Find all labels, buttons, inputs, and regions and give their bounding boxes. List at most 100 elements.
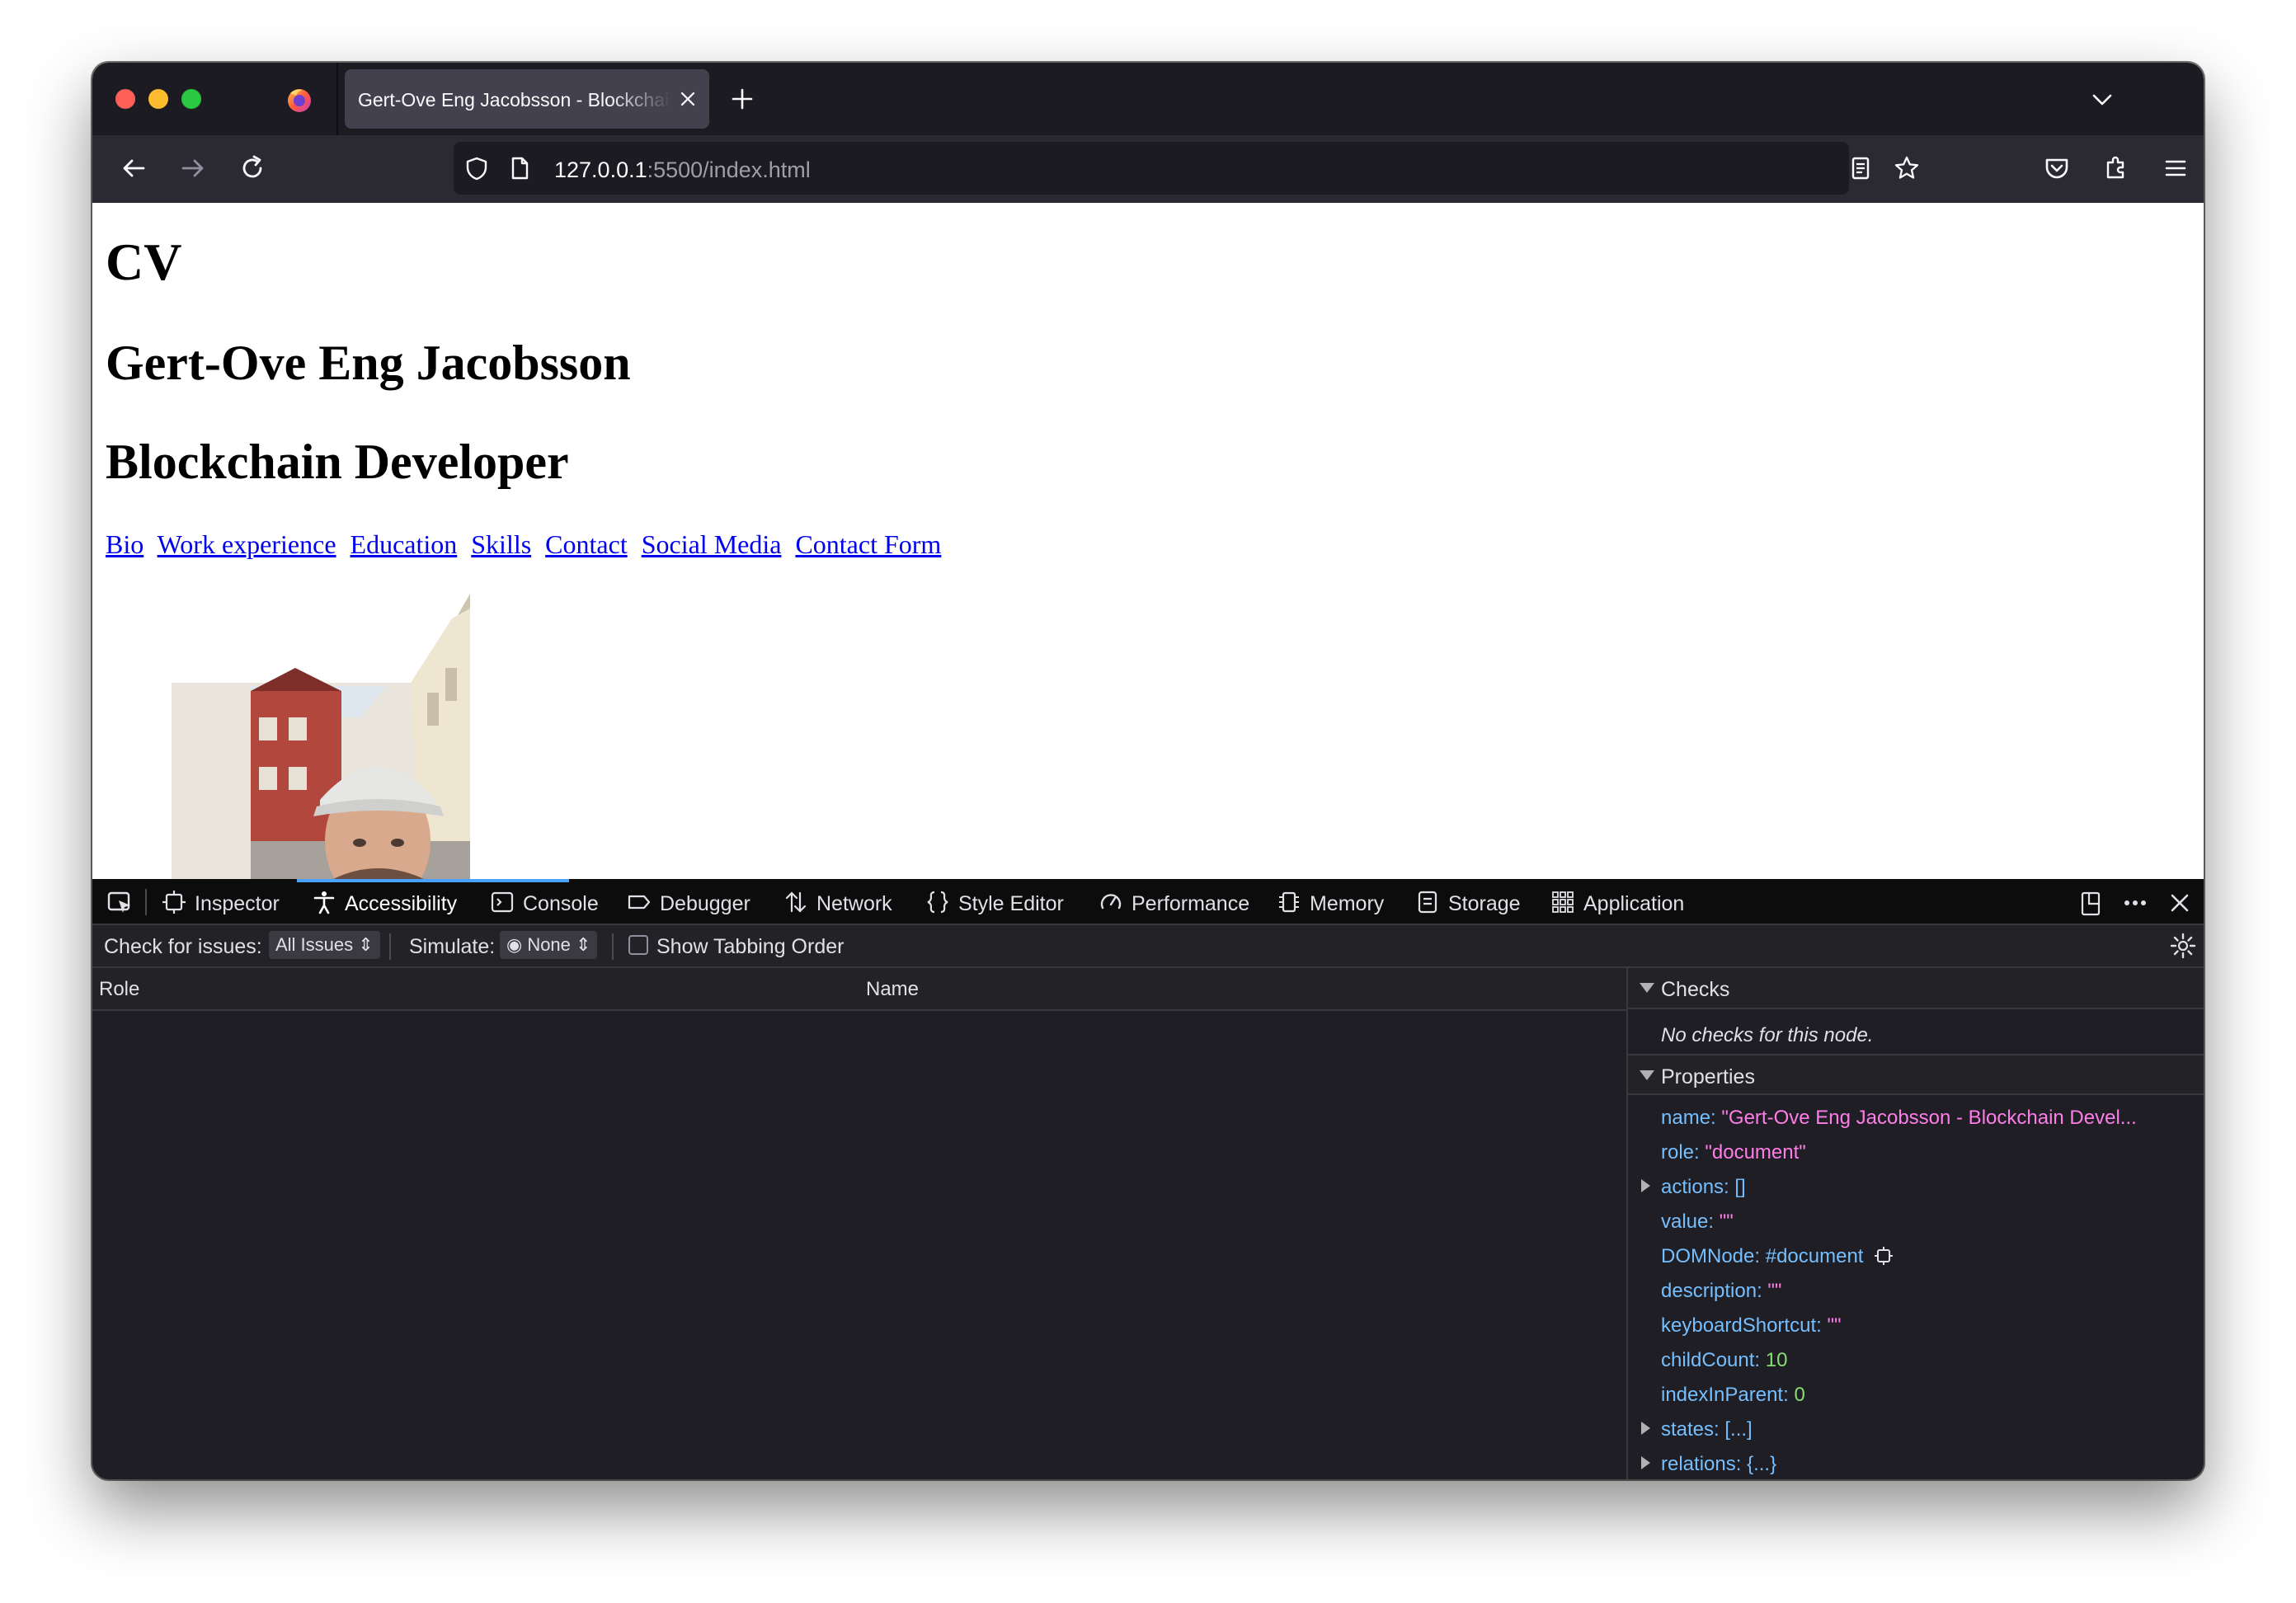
close-window-button[interactable] bbox=[115, 89, 135, 109]
tab-debugger[interactable]: Debugger bbox=[627, 879, 759, 925]
navigation-bar: 127.0.0.1:5500/index.html bbox=[92, 135, 2204, 203]
tab-console-label: Console bbox=[523, 892, 599, 915]
tab-application-label: Application bbox=[1583, 892, 1685, 915]
nav-link-bio[interactable]: Bio bbox=[106, 529, 144, 559]
tab-accessibility[interactable]: Accessibility bbox=[312, 879, 477, 925]
collapse-triangle-icon bbox=[1640, 1070, 1654, 1080]
tab-application[interactable]: Application bbox=[1550, 879, 1699, 925]
forward-icon[interactable] bbox=[176, 152, 209, 185]
tab-title: Gert-Ove Eng Jacobsson - Blockchain Deve… bbox=[358, 89, 671, 110]
storage-icon bbox=[1418, 891, 1437, 914]
accessibility-sidebar: Checks No checks for this node. Properti… bbox=[1626, 968, 2204, 1479]
tab-performance[interactable]: Performance bbox=[1099, 879, 1263, 925]
tab-bar: Gert-Ove Eng Jacobsson - Blockchain Deve… bbox=[92, 63, 2204, 135]
nav-link-skills[interactable]: Skills bbox=[471, 529, 531, 559]
column-role[interactable]: Role bbox=[99, 978, 139, 1001]
devtools-toolbar: Inspector Accessibility Console Debugger… bbox=[92, 879, 2204, 925]
pocket-icon[interactable] bbox=[2040, 152, 2073, 185]
tab-console[interactable]: Console bbox=[490, 879, 605, 925]
check-issues-label: Check for issues: bbox=[104, 935, 262, 958]
list-all-tabs-icon[interactable] bbox=[2090, 87, 2115, 112]
nav-link-education[interactable]: Education bbox=[351, 529, 458, 559]
tab-inspector[interactable]: Inspector bbox=[162, 879, 285, 925]
style-editor-icon bbox=[927, 891, 948, 914]
tab-separator bbox=[336, 63, 338, 135]
tab-style-editor[interactable]: Style Editor bbox=[925, 879, 1082, 925]
nav-link-social-media[interactable]: Social Media bbox=[642, 529, 782, 559]
properties-section-header[interactable]: Properties bbox=[1628, 1054, 2204, 1095]
prop-role[interactable]: role: "document" bbox=[1661, 1141, 1806, 1164]
tab-network-label: Network bbox=[816, 892, 892, 915]
filter-divider bbox=[389, 933, 391, 960]
app-menu-icon[interactable] bbox=[2159, 152, 2192, 185]
tab-storage[interactable]: Storage bbox=[1415, 879, 1531, 925]
close-tab-icon[interactable] bbox=[678, 89, 698, 109]
tab-debugger-label: Debugger bbox=[660, 892, 750, 915]
check-issues-select[interactable]: All Issues ⇕ bbox=[269, 931, 380, 959]
debugger-icon bbox=[628, 895, 651, 910]
tab-inspector-label: Inspector bbox=[195, 892, 280, 915]
prop-description[interactable]: description: "" bbox=[1661, 1280, 1781, 1303]
nav-link-contact-form[interactable]: Contact Form bbox=[795, 529, 941, 559]
accessibility-tree[interactable] bbox=[92, 1011, 1626, 1479]
minimize-window-button[interactable] bbox=[148, 89, 168, 109]
tab-memory-label: Memory bbox=[1310, 892, 1385, 915]
extensions-icon[interactable] bbox=[2100, 152, 2133, 185]
devtools-panel: Inspector Accessibility Console Debugger… bbox=[92, 879, 2204, 1479]
element-picker-icon[interactable] bbox=[106, 889, 134, 917]
url-bar[interactable]: 127.0.0.1:5500/index.html bbox=[454, 142, 1919, 195]
expand-triangle-icon[interactable] bbox=[1641, 1179, 1650, 1192]
simulate-select[interactable]: ◉ None ⇕ bbox=[500, 931, 598, 959]
properties-header-label: Properties bbox=[1661, 1065, 1755, 1088]
accessibility-filter-bar: Check for issues: All Issues ⇕ Simulate:… bbox=[92, 925, 2204, 968]
prop-keyboard-shortcut[interactable]: keyboardShortcut: "" bbox=[1661, 1314, 1842, 1337]
checks-header-label: Checks bbox=[1661, 978, 1730, 1001]
expand-triangle-icon[interactable] bbox=[1641, 1422, 1650, 1435]
new-tab-icon[interactable] bbox=[729, 86, 755, 112]
profile-photo bbox=[172, 594, 470, 879]
prop-child-count[interactable]: childCount: 10 bbox=[1661, 1349, 1787, 1372]
more-options-icon[interactable] bbox=[2121, 889, 2149, 917]
page-heading: CV bbox=[106, 233, 182, 291]
nav-link-work-experience[interactable]: Work experience bbox=[158, 529, 336, 559]
show-tabbing-order-label[interactable]: Show Tabbing Order bbox=[656, 935, 844, 959]
tracking-protection-shield-icon[interactable] bbox=[463, 155, 490, 181]
prop-domnode[interactable]: DOMNode: #document bbox=[1661, 1245, 1894, 1268]
tab-active[interactable]: Gert-Ove Eng Jacobsson - Blockchain Deve… bbox=[345, 69, 709, 129]
page-content: CV Gert-Ove Eng Jacobsson Blockchain Dev… bbox=[92, 203, 2204, 879]
prop-states[interactable]: states: [...] bbox=[1661, 1418, 1753, 1441]
settings-gear-icon[interactable] bbox=[2169, 932, 2197, 960]
console-icon bbox=[491, 891, 514, 913]
prop-relations[interactable]: relations: {...} bbox=[1661, 1453, 1776, 1476]
reload-icon[interactable] bbox=[236, 152, 269, 185]
tab-performance-label: Performance bbox=[1132, 892, 1250, 915]
accessibility-tree-header: Role Name bbox=[92, 968, 1626, 1011]
page-info-icon[interactable] bbox=[506, 155, 533, 181]
expand-triangle-icon[interactable] bbox=[1641, 1456, 1650, 1469]
prop-value[interactable]: value: "" bbox=[1661, 1210, 1734, 1234]
back-icon[interactable] bbox=[117, 152, 150, 185]
dock-options-icon[interactable] bbox=[2077, 889, 2105, 917]
person-title: Blockchain Developer bbox=[106, 435, 569, 489]
firefox-view-icon[interactable] bbox=[285, 86, 313, 114]
maximize-window-button[interactable] bbox=[181, 89, 201, 109]
nav-link-contact[interactable]: Contact bbox=[545, 529, 628, 559]
inspector-icon bbox=[162, 891, 186, 914]
tab-network[interactable]: Network bbox=[783, 879, 907, 925]
accessibility-icon bbox=[313, 891, 335, 914]
simulate-label: Simulate: bbox=[409, 935, 496, 958]
checks-section-header[interactable]: Checks bbox=[1628, 968, 2204, 1009]
select-node-icon[interactable] bbox=[1874, 1246, 1894, 1266]
column-name[interactable]: Name bbox=[866, 978, 919, 1001]
prop-name[interactable]: name: "Gert-Ove Eng Jacobsson - Blockcha… bbox=[1661, 1107, 2137, 1130]
close-devtools-icon[interactable] bbox=[2166, 889, 2194, 917]
prop-actions[interactable]: actions: [] bbox=[1661, 1176, 1746, 1199]
show-tabbing-order-checkbox[interactable] bbox=[628, 935, 648, 955]
prop-index-in-parent[interactable]: indexInParent: 0 bbox=[1661, 1384, 1805, 1407]
network-icon bbox=[785, 891, 807, 913]
bookmark-star-icon[interactable] bbox=[1894, 155, 1920, 181]
tab-memory[interactable]: Memory bbox=[1277, 879, 1400, 925]
application-icon bbox=[1552, 891, 1574, 913]
url-text[interactable]: 127.0.0.1:5500/index.html bbox=[554, 157, 811, 183]
reader-view-icon[interactable] bbox=[1847, 155, 1874, 181]
